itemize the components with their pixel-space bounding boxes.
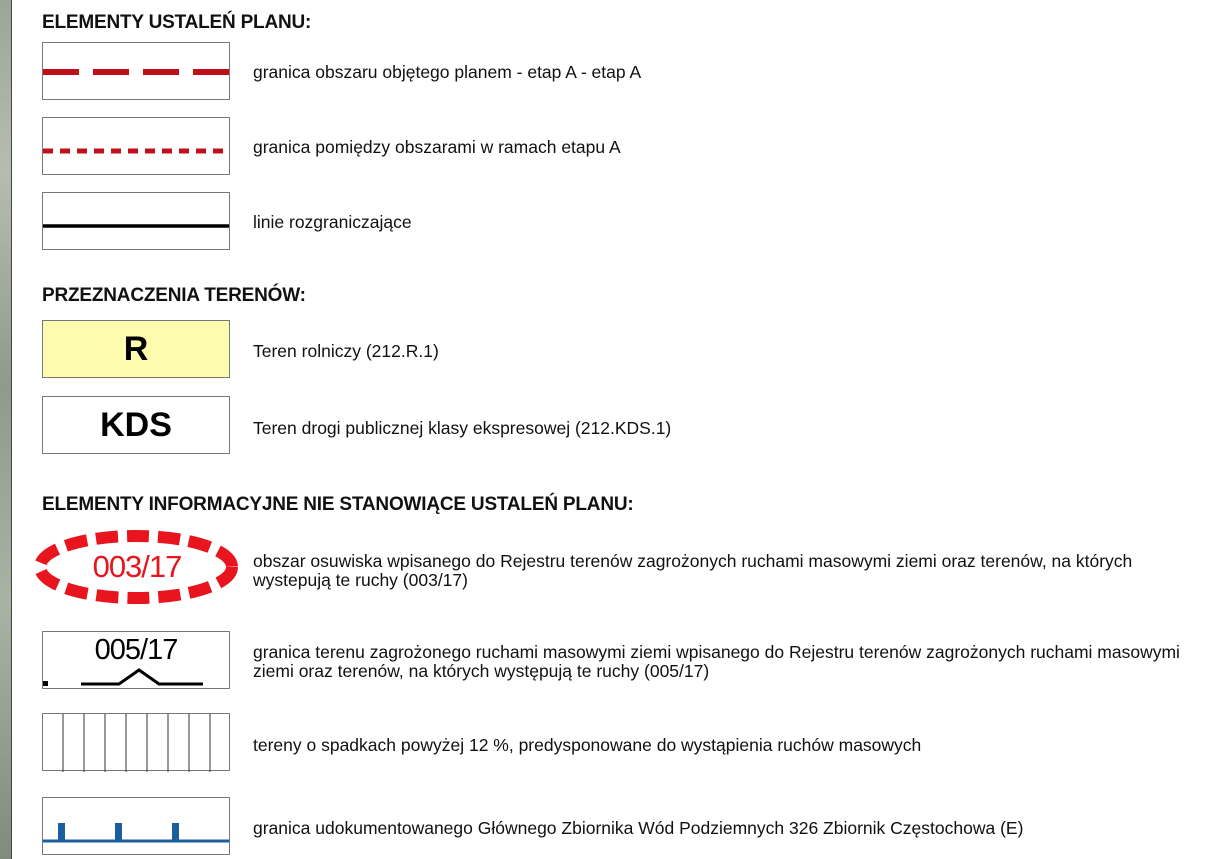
legend-symbol-expressway: KDS <box>42 396 230 454</box>
heading-ustalenia: ELEMENTY USTALEŃ PLANU: <box>42 12 312 33</box>
legend-label-groundwater-boundary: granica udokumentowanego Głównego Zbiorn… <box>253 818 1024 838</box>
map-edge-strip <box>0 0 12 859</box>
black-solid-line-icon <box>43 224 229 228</box>
legend-label-expressway: Teren drogi publicznej klasy ekspresowej… <box>253 418 672 438</box>
legend-symbol-groundwater-boundary <box>42 797 230 855</box>
heading-przeznaczenia: PRZEZNACZENIA TERENÓW: <box>42 285 306 306</box>
landslide-code: 003/17 <box>92 549 183 584</box>
legend-label-landslide: obszar osuwiska wpisanego do Rejestru te… <box>253 551 1133 590</box>
blue-comb-line-icon <box>43 823 229 843</box>
legend-label-area-boundary: granica pomiędzy obszarami w ramach etap… <box>253 137 621 157</box>
legend-symbol-plan-boundary <box>42 42 230 100</box>
landslide-area-symbol: 003/17 <box>32 528 242 606</box>
legend-symbol-demarcation-lines <box>42 192 230 250</box>
heading-informacyjne: ELEMENTY INFORMACYJNE NIE STANOWIĄCE UST… <box>42 494 634 515</box>
red-dotted-line-icon <box>43 148 229 154</box>
legend-label-agricultural: Teren rolniczy (212.R.1) <box>253 341 439 361</box>
legend-symbol-threatened-area: 005/17 <box>42 631 230 689</box>
legend-label-plan-boundary: granica obszaru objętego planem - etap A… <box>253 62 642 82</box>
zone-code-kds: KDS <box>100 405 172 444</box>
legend-label-demarcation-lines: linie rozgraniczające <box>253 212 412 232</box>
vertical-hatching-icon <box>62 714 211 772</box>
peaked-boundary-line-icon <box>43 668 203 686</box>
legend-symbol-steep-slopes <box>42 713 230 772</box>
legend-label-steep-slopes: tereny o spadkach powyżej 12 %, predyspo… <box>253 735 922 755</box>
legend-symbol-area-boundary <box>42 117 230 175</box>
legend-symbol-agricultural: R <box>42 320 230 378</box>
zone-code-r: R <box>123 329 149 368</box>
red-dashed-line-icon <box>43 69 229 75</box>
legend-label-threatened-area: granica terenu zagrożonego ruchami masow… <box>253 642 1180 681</box>
